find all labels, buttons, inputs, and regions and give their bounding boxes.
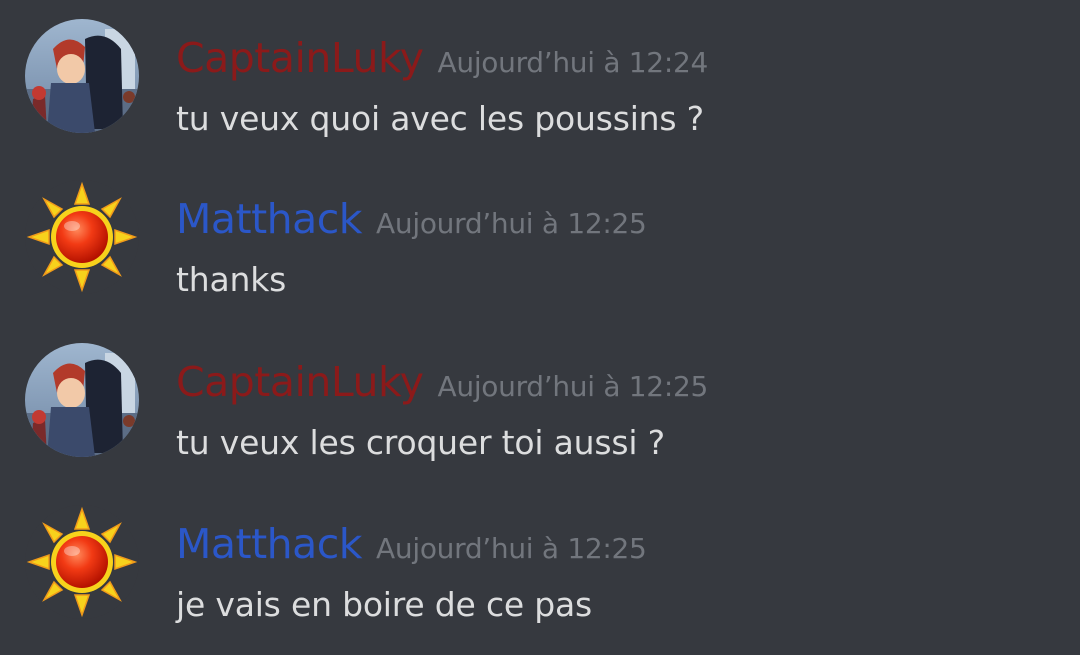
avatar-captainluky[interactable] (25, 19, 139, 133)
username[interactable]: Matthack (176, 195, 363, 243)
chat-messages: CaptainLuky Aujourd’hui à 12:24 tu veux q… (0, 0, 1080, 640)
username[interactable]: CaptainLuky (176, 358, 424, 406)
timestamp: Aujourd’hui à 12:25 (376, 207, 647, 240)
avatar-matthack[interactable] (25, 180, 139, 294)
message-text: tu veux les croquer toi aussi ? (176, 423, 665, 462)
message-item: Matthack Aujourd’hui à 12:25 je vais en b… (0, 505, 1080, 655)
anime-characters-avatar-icon (25, 19, 139, 133)
anime-characters-avatar-icon (25, 343, 139, 457)
message-header: CaptainLuky Aujourd’hui à 12:24 (176, 33, 708, 92)
timestamp: Aujourd’hui à 12:25 (437, 370, 709, 403)
message-header: Matthack Aujourd’hui à 12:25 (176, 194, 647, 253)
username[interactable]: Matthack (176, 520, 363, 568)
sun-emoji-avatar-icon (25, 505, 139, 619)
avatar-captainluky[interactable] (25, 343, 139, 457)
message-text: je vais en boire de ce pas (176, 585, 593, 624)
message-text: thanks (176, 260, 287, 299)
message-text: tu veux quoi avec les poussins ? (176, 99, 704, 138)
timestamp: Aujourd’hui à 12:25 (376, 532, 647, 565)
sun-emoji-avatar-icon (25, 180, 139, 294)
username[interactable]: CaptainLuky (176, 34, 424, 82)
message-item: Matthack Aujourd’hui à 12:25 thanks (0, 180, 1080, 330)
message-item: CaptainLuky Aujourd’hui à 12:25 tu veux l… (0, 343, 1080, 493)
message-item: CaptainLuky Aujourd’hui à 12:24 tu veux q… (0, 19, 1080, 169)
timestamp: Aujourd’hui à 12:24 (437, 46, 709, 79)
message-header: CaptainLuky Aujourd’hui à 12:25 (176, 357, 708, 416)
message-header: Matthack Aujourd’hui à 12:25 (176, 519, 647, 578)
avatar-matthack[interactable] (25, 505, 139, 619)
